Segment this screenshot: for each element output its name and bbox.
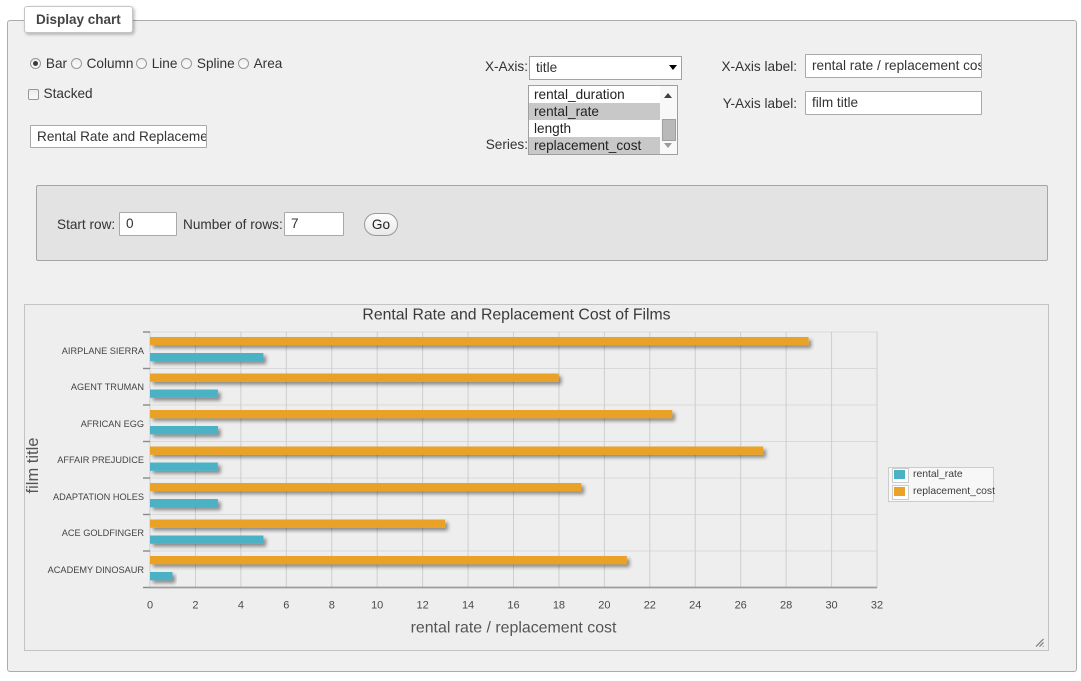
svg-text:16: 16 bbox=[507, 600, 519, 612]
svg-text:rental rate / replacement cost: rental rate / replacement cost bbox=[411, 620, 617, 637]
svg-text:6: 6 bbox=[283, 600, 289, 612]
svg-text:Rental Rate and Replacement Co: Rental Rate and Replacement Cost of Film… bbox=[362, 307, 670, 324]
svg-text:20: 20 bbox=[598, 600, 610, 612]
svg-text:22: 22 bbox=[644, 600, 656, 612]
svg-text:30: 30 bbox=[825, 600, 837, 612]
svg-text:ACADEMY DINOSAUR: ACADEMY DINOSAUR bbox=[48, 565, 145, 575]
svg-text:4: 4 bbox=[238, 600, 244, 612]
svg-text:ACE GOLDFINGER: ACE GOLDFINGER bbox=[62, 528, 145, 538]
svg-text:12: 12 bbox=[417, 600, 429, 612]
svg-text:26: 26 bbox=[735, 600, 747, 612]
svg-text:10: 10 bbox=[371, 600, 383, 612]
svg-text:AIRPLANE SIERRA: AIRPLANE SIERRA bbox=[62, 346, 145, 356]
svg-text:18: 18 bbox=[553, 600, 565, 612]
svg-text:32: 32 bbox=[871, 600, 883, 612]
svg-text:AGENT TRUMAN: AGENT TRUMAN bbox=[71, 382, 144, 392]
svg-text:0: 0 bbox=[147, 600, 153, 612]
svg-text:28: 28 bbox=[780, 600, 792, 612]
svg-text:film title: film title bbox=[25, 438, 42, 494]
svg-text:AFRICAN EGG: AFRICAN EGG bbox=[81, 419, 144, 429]
svg-text:ADAPTATION HOLES: ADAPTATION HOLES bbox=[53, 492, 144, 502]
svg-text:AFFAIR PREJUDICE: AFFAIR PREJUDICE bbox=[57, 455, 144, 465]
svg-text:2: 2 bbox=[192, 600, 198, 612]
svg-text:14: 14 bbox=[462, 600, 474, 612]
svg-text:8: 8 bbox=[329, 600, 335, 612]
svg-text:24: 24 bbox=[689, 600, 701, 612]
